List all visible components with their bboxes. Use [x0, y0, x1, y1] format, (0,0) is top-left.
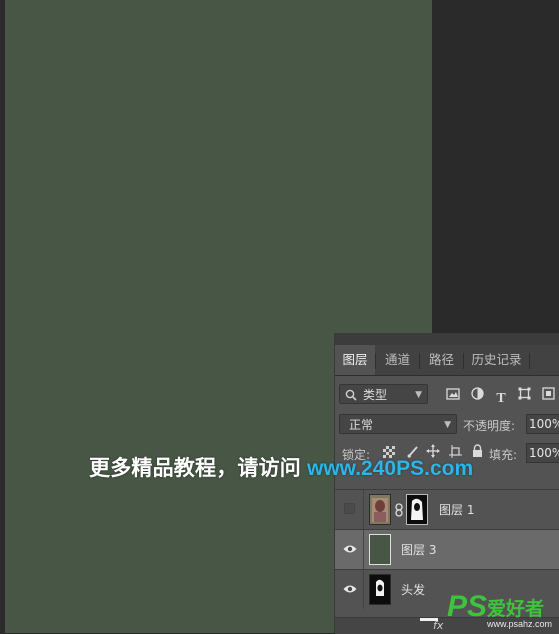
visibility-off-box	[344, 503, 355, 514]
smart-object-filter-icon[interactable]	[542, 387, 555, 400]
layer-filter-select[interactable]: 类型 ▼	[339, 384, 428, 404]
logo-url-text: www.psahz.com	[487, 619, 553, 629]
visibility-toggle[interactable]	[335, 530, 364, 569]
blend-mode-value: 正常	[349, 418, 374, 432]
tab-layers[interactable]: 图层	[335, 345, 375, 375]
site-logo: PS 爱好者 www.psahz.com	[447, 592, 559, 633]
layer-row-selected[interactable]: 图层 3	[335, 529, 559, 569]
lock-icon[interactable]	[472, 444, 483, 457]
tab-divider	[529, 353, 530, 369]
opacity-label: 不透明度:	[463, 419, 516, 433]
watermark-banner: 更多精品教程，请访问 www.240PS.com	[89, 452, 473, 482]
panel-title-bar[interactable]	[335, 333, 559, 345]
type-filter-icon[interactable]: T	[494, 392, 508, 406]
tab-channels[interactable]: 通道	[376, 345, 419, 375]
layer-name[interactable]: 头发	[401, 581, 425, 598]
layer-thumbnail	[369, 494, 391, 525]
eye-icon	[343, 545, 357, 553]
visibility-toggle[interactable]	[335, 570, 364, 609]
filter-kind-label: 类型	[363, 388, 388, 402]
layers-panel: 图层 通道 路径 历史记录 类型 ▼ T 正常 ▼ 不透明度: 100% 锁定:…	[334, 333, 559, 634]
layer-thumbnail	[369, 534, 391, 565]
adjustment-filter-icon[interactable]	[471, 387, 484, 400]
chevron-down-icon: ▼	[415, 390, 422, 400]
link-icon[interactable]	[395, 503, 403, 517]
watermark-text: 更多精品教程，请访问	[89, 456, 301, 480]
watermark-url: www.240PS.com	[307, 457, 474, 480]
chevron-down-icon: ▼	[444, 420, 451, 430]
layer-mask-thumbnail[interactable]	[406, 494, 428, 525]
search-icon	[345, 389, 357, 401]
eye-icon	[343, 585, 357, 593]
tab-history[interactable]: 历史记录	[464, 345, 529, 375]
image-filter-icon[interactable]	[446, 388, 460, 400]
visibility-toggle[interactable]	[335, 490, 364, 529]
logo-cn-text: 爱好者	[487, 598, 545, 620]
link-layers-icon[interactable]	[420, 618, 438, 621]
blend-mode-select[interactable]: 正常 ▼	[339, 414, 457, 434]
tab-paths[interactable]: 路径	[420, 345, 463, 375]
shape-filter-icon[interactable]	[518, 387, 531, 400]
panel-tabs: 图层 通道 路径 历史记录	[335, 345, 559, 376]
fill-label: 填充:	[489, 448, 518, 462]
layer-name[interactable]: 图层 3	[401, 541, 436, 558]
layer-name[interactable]: 图层 1	[439, 501, 474, 518]
logo-ps-text: PS	[447, 590, 488, 623]
opacity-input[interactable]: 100%	[526, 414, 559, 434]
layer-mask-thumbnail[interactable]	[369, 574, 391, 605]
fill-input[interactable]: 100%	[526, 443, 559, 463]
layer-row[interactable]: 图层 1	[335, 489, 559, 529]
